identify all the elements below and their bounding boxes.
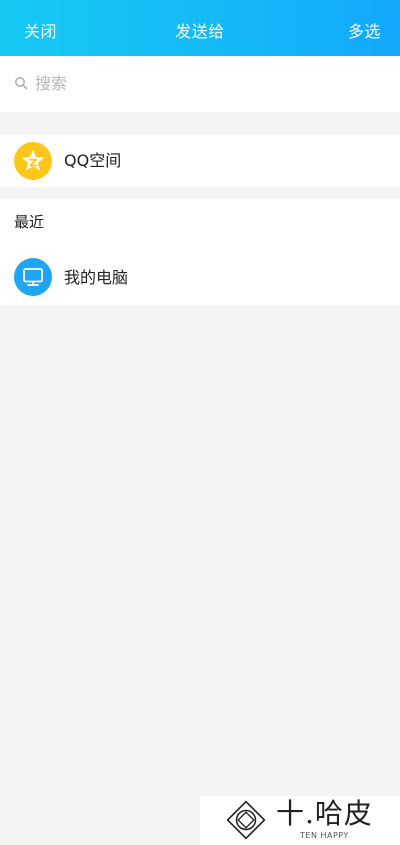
page-title: 发送给 [175,22,225,41]
recent-item-my-computer[interactable]: 我的电脑 [0,253,400,305]
section-divider [0,112,400,135]
search-bar[interactable]: 搜索 [0,56,400,112]
diamond-logo-icon [226,800,266,840]
recent-section: 最近 我的电脑 [0,199,400,305]
search-placeholder: 搜索 [35,74,68,93]
recent-section-title: 最近 [14,213,45,231]
top-navigation-bar: 关闭 发送给 多选 [0,0,400,56]
recent-item-label: 我的电脑 [64,268,129,287]
multiselect-button[interactable]: 多选 [348,0,381,56]
search-icon [15,77,28,90]
watermark-logo: 十.哈皮 TEN HAPPY [200,796,400,845]
watermark-brand: 十.哈皮 [276,797,373,830]
watermark-subtitle: TEN HAPPY [300,831,349,840]
qzone-item[interactable]: QQ空间 [0,135,400,187]
section-divider [0,187,400,199]
computer-monitor-icon [14,258,52,296]
qzone-star-icon [14,142,52,180]
qzone-label: QQ空间 [64,151,122,170]
